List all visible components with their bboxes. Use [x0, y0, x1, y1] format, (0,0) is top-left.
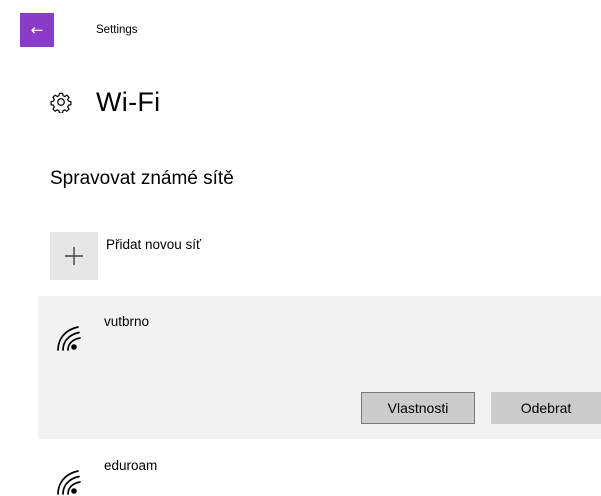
properties-button[interactable]: Vlastnosti: [361, 392, 475, 424]
network-item-eduroam[interactable]: eduroam: [38, 440, 601, 495]
wifi-icon: [57, 470, 81, 495]
network-name: eduroam: [104, 458, 158, 473]
add-network-label: Přidat novou síť: [106, 237, 202, 252]
app-title: Settings: [96, 24, 138, 36]
remove-button[interactable]: Odebrat: [491, 392, 601, 424]
page-header: Wi-Fi: [50, 82, 160, 122]
network-item-vutbrno[interactable]: vutbrno Vlastnosti Odebrat: [38, 296, 601, 439]
gear-icon: [50, 92, 72, 113]
back-arrow-icon: ←: [30, 21, 44, 39]
section-title: Spravovat známé sítě: [50, 168, 234, 189]
wifi-icon: [57, 326, 81, 351]
page-title: Wi-Fi: [96, 86, 161, 117]
network-name: vutbrno: [104, 314, 150, 329]
plus-icon: [65, 247, 83, 265]
title-bar: ← Settings: [0, 0, 601, 48]
back-button[interactable]: ←: [20, 13, 54, 47]
add-network-button[interactable]: [50, 232, 98, 280]
